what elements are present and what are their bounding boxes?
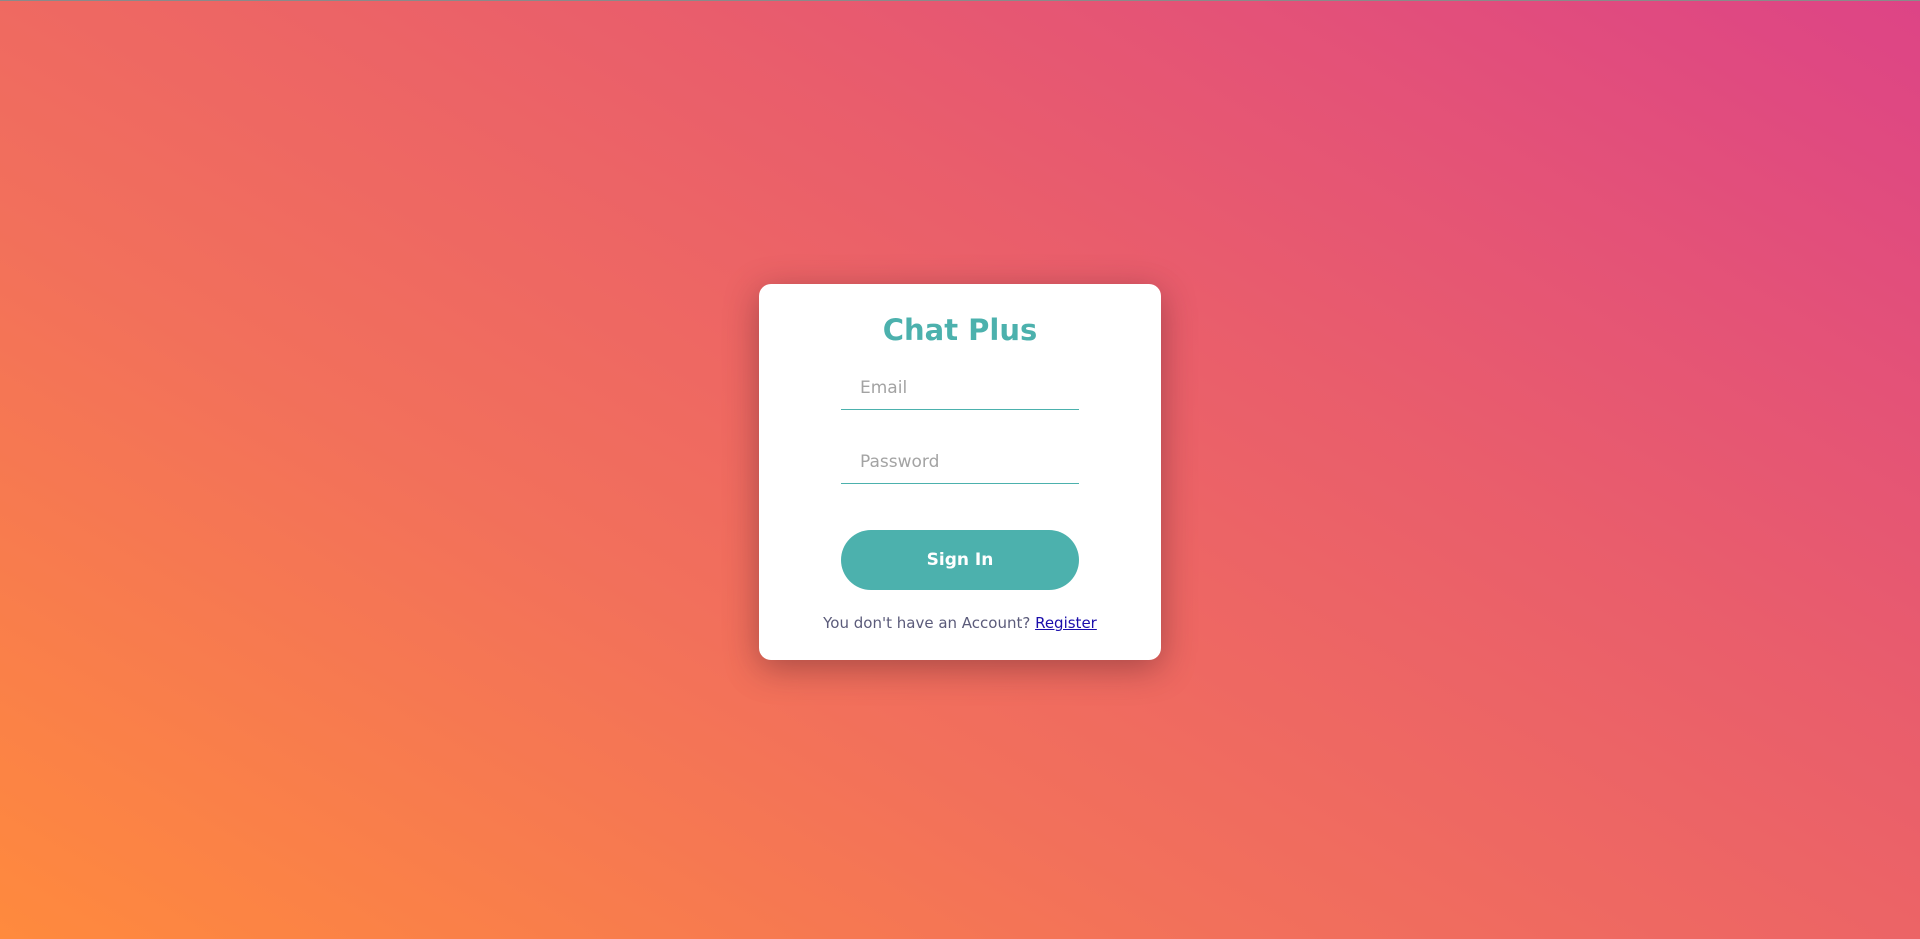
register-link[interactable]: Register bbox=[1035, 614, 1097, 632]
register-prompt: You don't have an Account? Register bbox=[759, 614, 1161, 632]
password-input[interactable] bbox=[841, 440, 1079, 484]
sign-in-button[interactable]: Sign In bbox=[841, 530, 1079, 590]
email-input[interactable] bbox=[841, 366, 1079, 410]
window-top-border bbox=[0, 0, 1920, 1]
register-prompt-text: You don't have an Account? bbox=[823, 614, 1036, 632]
app-title: Chat Plus bbox=[882, 313, 1038, 347]
login-card: Chat Plus Sign In You don't have an Acco… bbox=[759, 284, 1161, 660]
